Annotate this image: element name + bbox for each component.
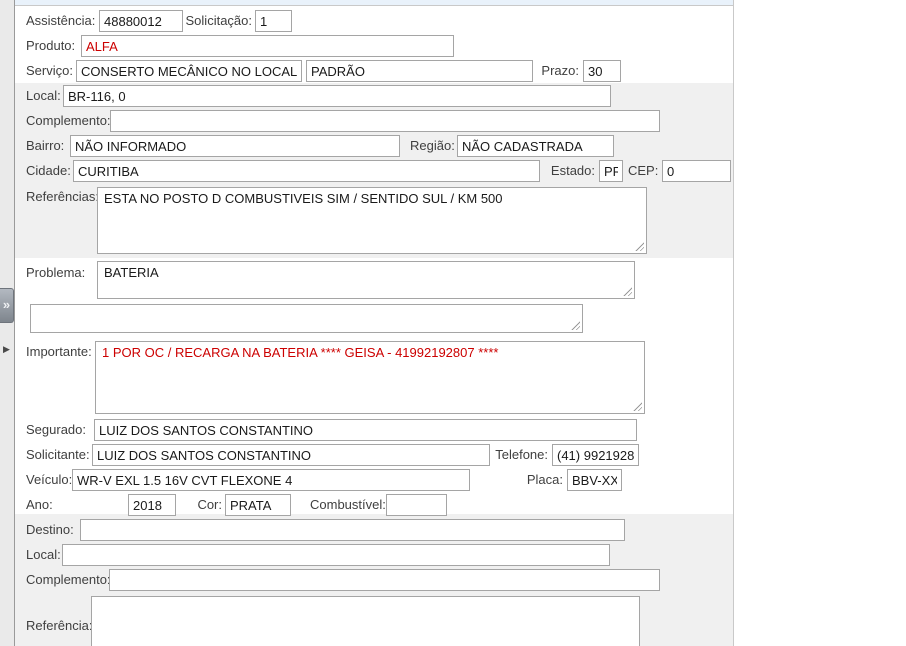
panel-expand-arrow-icon[interactable]: ▶ [3, 344, 10, 355]
importante-textarea[interactable]: 1 POR OC / RECARGA NA BATERIA **** GEISA… [95, 341, 645, 414]
cidade-label: Cidade: [26, 163, 71, 178]
destino-label: Destino: [26, 522, 74, 537]
chevron-right-icon: » [2, 297, 11, 312]
top-accent-band [15, 0, 733, 6]
prazo-field[interactable] [583, 60, 621, 82]
ano-label: Ano: [26, 497, 53, 512]
solicitacao-field[interactable] [255, 10, 292, 32]
referencia-destino-textarea[interactable] [91, 596, 640, 646]
solicitante-label: Solicitante: [26, 447, 90, 462]
service-order-window: » ▶ Assistência: Solicitação: Produto: S… [0, 0, 906, 646]
solicitante-field[interactable] [92, 444, 490, 466]
regiao-label: Região: [410, 138, 455, 153]
cep-field[interactable] [662, 160, 731, 182]
collapsed-side-panel: » ▶ [0, 0, 15, 646]
panel-expand-tab[interactable]: » [0, 288, 14, 323]
solicitacao-label: Solicitação: [185, 13, 252, 28]
problema-label: Problema: [26, 265, 86, 280]
prazo-label: Prazo: [541, 63, 579, 78]
complemento-destino-field[interactable] [109, 569, 660, 591]
combustivel-label: Combustível: [310, 497, 386, 512]
segurado-label: Segurado: [26, 422, 86, 437]
cep-label: CEP: [628, 163, 659, 178]
assistencia-field[interactable] [99, 10, 183, 32]
referencia-destino-label: Referência: [26, 618, 93, 633]
complemento-label: Complemento: [26, 113, 111, 128]
cidade-field[interactable] [73, 160, 540, 182]
veiculo-label: Veículo: [26, 472, 73, 487]
servico-field[interactable] [76, 60, 302, 82]
assistencia-label: Assistência: [26, 13, 96, 28]
cor-label: Cor: [197, 497, 222, 512]
combustivel-field[interactable] [386, 494, 447, 516]
ano-field[interactable] [128, 494, 176, 516]
placa-label: Placa: [526, 472, 563, 487]
servico-label: Serviço: [26, 63, 73, 78]
veiculo-field[interactable] [72, 469, 470, 491]
produto-field[interactable] [81, 35, 454, 57]
complemento-destino-label: Complemento: [26, 572, 111, 587]
telefone-field[interactable] [552, 444, 639, 466]
local-field[interactable] [63, 85, 611, 107]
observacao-textarea[interactable] [30, 304, 583, 333]
complemento-field[interactable] [110, 110, 660, 132]
produto-label: Produto: [26, 38, 76, 53]
bairro-label: Bairro: [26, 138, 65, 153]
segurado-field[interactable] [94, 419, 637, 441]
estado-label: Estado: [550, 163, 595, 178]
estado-field[interactable] [599, 160, 623, 182]
destino-field[interactable] [80, 519, 625, 541]
referencias-textarea[interactable]: ESTA NO POSTO D COMBUSTIVEIS SIM / SENTI… [97, 187, 647, 254]
local-label: Local: [26, 88, 61, 103]
local-destino-field[interactable] [62, 544, 610, 566]
cor-field[interactable] [225, 494, 291, 516]
bairro-field[interactable] [70, 135, 400, 157]
importante-label: Importante: [26, 344, 92, 359]
placa-field[interactable] [567, 469, 622, 491]
servico-tipo-field[interactable] [306, 60, 533, 82]
referencias-label: Referências: [26, 189, 99, 204]
form-right-divider [733, 0, 734, 646]
problema-textarea[interactable]: BATERIA [97, 261, 635, 299]
local-destino-label: Local: [26, 547, 61, 562]
regiao-field[interactable] [457, 135, 614, 157]
telefone-label: Telefone: [495, 447, 548, 462]
